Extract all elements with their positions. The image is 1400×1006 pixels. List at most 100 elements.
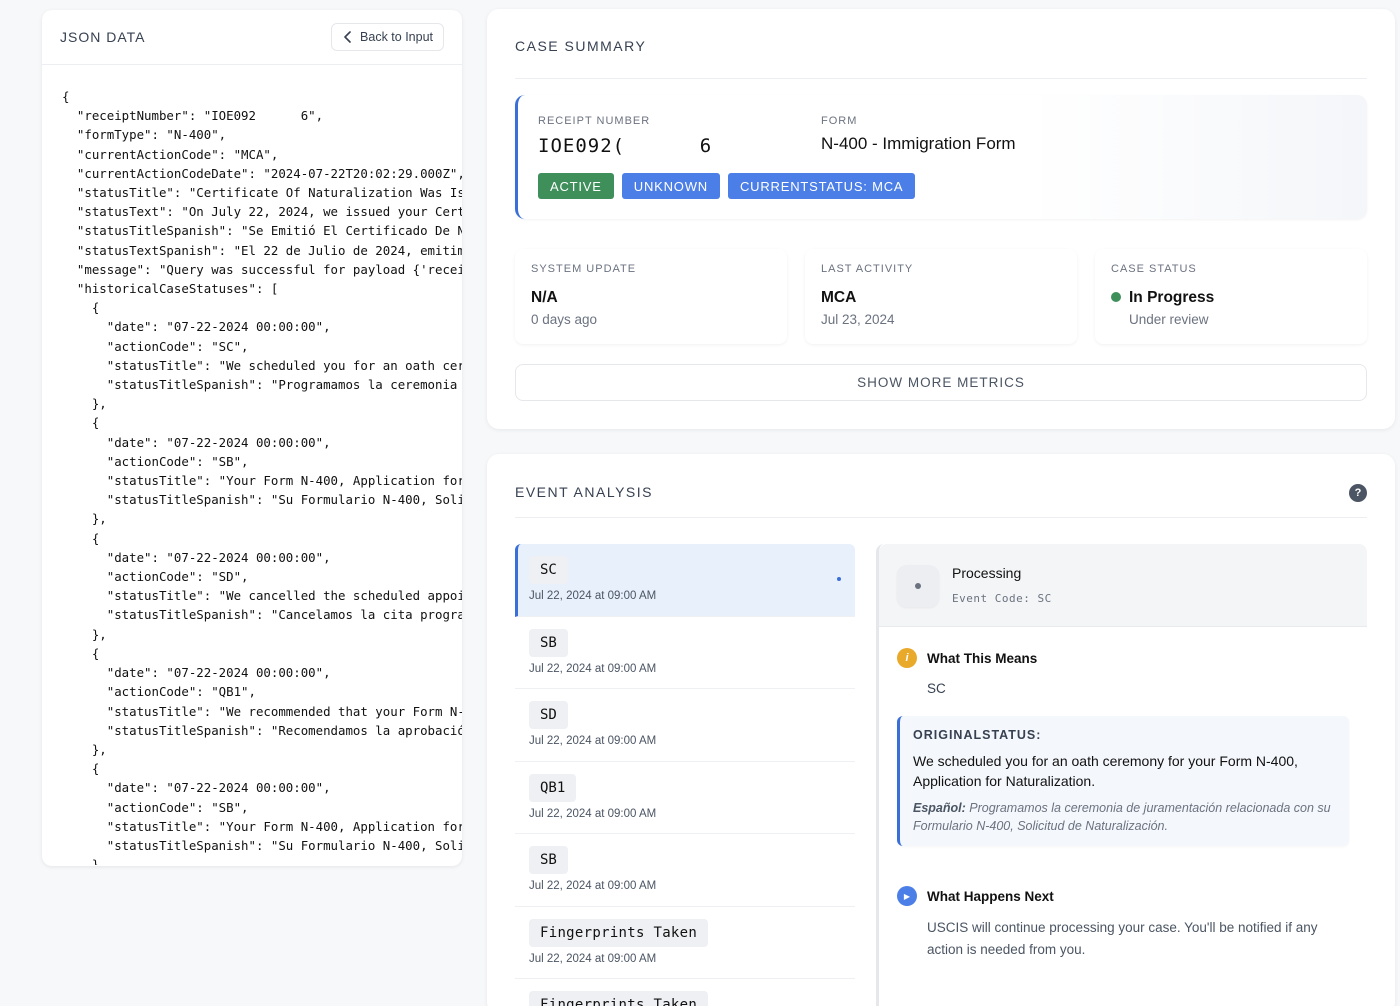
event-code-chip: SD	[529, 701, 568, 729]
event-item[interactable]: Fingerprints Taken	[515, 979, 855, 1006]
what-happens-next-text: USCIS will continue processing your case…	[927, 920, 1318, 957]
json-code-line: "statusTitle": "We scheduled you for an …	[62, 357, 462, 373]
json-code-line: "statusTitleSpanish": "Su Formulario N-4…	[62, 837, 462, 853]
json-code-line: "statusTitleSpanish": "Cancelamos la cit…	[62, 607, 462, 623]
spanish-label: Español:	[913, 801, 966, 815]
original-status-box: ORIGINALSTATUS: We scheduled you for an …	[897, 716, 1349, 846]
event-date: Jul 22, 2024 at 09:00 AM	[529, 590, 657, 602]
json-code-line: "statusTextSpanish": "El 22 de Julio de …	[62, 242, 462, 258]
json-code-line: "statusTitle": "We cancelled the schedul…	[62, 588, 462, 604]
json-code-line: },	[62, 511, 107, 527]
back-to-input-button[interactable]: Back to Input	[331, 23, 444, 51]
event-code-chip: SC	[529, 556, 568, 584]
json-code-line: "date": "07-22-2024 00:00:00",	[62, 319, 331, 335]
json-code-line: {	[62, 415, 100, 431]
event-analysis-divider	[515, 517, 1367, 518]
json-code-line: "statusTitleSpanish": "Programamos la ce…	[62, 377, 462, 393]
json-code-line: "message": "Query was successful for pay…	[62, 261, 462, 277]
json-code-line: "statusText": "On July 22, 2024, we issu…	[62, 204, 462, 220]
what-this-means-value: SC	[927, 681, 946, 696]
event-date: Jul 22, 2024 at 09:00 AM	[529, 880, 657, 892]
status-badges: ACTIVE UNKNOWN CURRENTSTATUS: MCA	[538, 173, 916, 199]
json-code-line: {	[62, 530, 100, 546]
selected-indicator-icon	[837, 577, 841, 581]
json-code-line: "historicalCaseStatuses": [	[62, 281, 279, 297]
json-code-line: "date": "07-22-2024 00:00:00",	[62, 780, 331, 796]
json-code-line: {	[62, 300, 100, 316]
json-code-line: "statusTitle": "We recommended that your…	[62, 703, 462, 719]
metric-case-status: CASE STATUS In Progress Under review	[1095, 249, 1367, 344]
json-panel-title: JSON DATA	[60, 29, 146, 45]
json-code-line: "statusTitleSpanish": "Su Formulario N-4…	[62, 492, 462, 508]
receipt-number-label: RECEIPT NUMBER	[538, 115, 651, 127]
event-detail-code: Event Code: SC	[952, 592, 1052, 605]
json-code-line: "actionCode": "QB1",	[62, 684, 256, 700]
json-code-line: "statusTitleSpanish": "Recomendamos la a…	[62, 722, 462, 738]
json-data-panel: JSON DATA Back to Input { "receiptNumber…	[42, 10, 462, 866]
what-happens-next-heading: ▶ What Happens Next	[897, 886, 1054, 906]
metric-system-update: SYSTEM UPDATE N/A 0 days ago	[515, 249, 787, 344]
event-code-chip: SB	[529, 628, 568, 657]
original-status-text: We scheduled you for an oath ceremony fo…	[913, 753, 1298, 789]
case-summary-card: CASE SUMMARY RECEIPT NUMBER IOE092( 6 FO…	[487, 9, 1395, 429]
json-code-line: },	[62, 626, 107, 642]
event-list[interactable]: SC Jul 22, 2024 at 09:00 AM SB Jul 22, 2…	[515, 544, 855, 1006]
json-code-line: "date": "07-22-2024 00:00:00",	[62, 549, 331, 565]
json-code-line: "currentActionCodeDate": "2024-07-22T20:…	[62, 165, 462, 181]
metric-value: In Progress	[1111, 289, 1214, 307]
case-summary-divider	[515, 78, 1367, 79]
spanish-status-text: Español: Programamos la ceremonia de jur…	[913, 799, 1337, 835]
metric-value: MCA	[821, 289, 857, 306]
help-icon[interactable]: ?	[1349, 484, 1367, 502]
event-detail-header: Processing Event Code: SC	[879, 544, 1367, 627]
event-code-chip: QB1	[529, 773, 577, 802]
show-more-metrics-button[interactable]: SHOW MORE METRICS	[515, 364, 1367, 401]
event-item[interactable]: SB Jul 22, 2024 at 09:00 AM	[515, 617, 855, 689]
json-code-line: "actionCode": "SC",	[62, 338, 249, 354]
json-code-line: "actionCode": "SB",	[62, 453, 249, 469]
event-item[interactable]: Fingerprints Taken Jul 22, 2024 at 09:00…	[515, 907, 855, 979]
status-dot-icon	[1111, 292, 1121, 302]
metric-sub: Jul 23, 2024	[821, 312, 895, 327]
json-code-line: "actionCode": "SD",	[62, 569, 249, 585]
json-code-line: },	[62, 396, 107, 412]
spanish-text: Programamos la ceremonia de juramentació…	[913, 801, 1331, 833]
back-to-input-label: Back to Input	[360, 30, 433, 44]
what-happens-next-label: What Happens Next	[927, 888, 1054, 904]
what-this-means-label: What This Means	[927, 650, 1038, 666]
play-icon: ▶	[897, 886, 917, 906]
json-code-line: "statusTitle": "Certificate Of Naturaliz…	[62, 185, 462, 201]
json-code-view[interactable]: { "receiptNumber": "IOE092 6", "formType…	[42, 65, 462, 865]
event-date: Jul 22, 2024 at 09:00 AM	[529, 952, 657, 965]
event-item[interactable]: SD Jul 22, 2024 at 09:00 AM	[515, 689, 855, 762]
json-code-line: "actionCode": "SB",	[62, 799, 249, 815]
metric-value: N/A	[531, 289, 558, 306]
event-code-chip: SB	[529, 846, 568, 874]
what-this-means-heading: i What This Means	[897, 648, 1037, 668]
event-date: Jul 22, 2024 at 09:00 AM	[529, 662, 657, 675]
receipt-box: RECEIPT NUMBER IOE092( 6 FORM N-400 - Im…	[515, 95, 1367, 219]
event-item[interactable]: SC Jul 22, 2024 at 09:00 AM	[515, 544, 855, 617]
info-icon: i	[897, 648, 917, 668]
event-item[interactable]: SB Jul 22, 2024 at 09:00 AM	[515, 834, 855, 907]
event-item[interactable]: QB1 Jul 22, 2024 at 09:00 AM	[515, 762, 855, 834]
json-code-line: },	[62, 741, 107, 757]
metric-label: SYSTEM UPDATE	[531, 263, 637, 275]
metric-last-activity: LAST ACTIVITY MCA Jul 23, 2024	[805, 249, 1077, 344]
json-code-line: "currentActionCode": "MCA",	[62, 146, 279, 162]
json-code-line: "date": "07-22-2024 00:00:00",	[62, 665, 331, 681]
metric-label: LAST ACTIVITY	[821, 263, 914, 275]
json-code-line: "statusTitleSpanish": "Se Emitió El Cert…	[62, 223, 462, 239]
metric-sub: Under review	[1129, 312, 1209, 327]
event-code-chip: Fingerprints Taken	[529, 991, 709, 1006]
receipt-number-value: IOE092( 6	[538, 135, 713, 157]
chevron-left-icon	[344, 31, 351, 43]
metric-label: CASE STATUS	[1111, 263, 1197, 275]
form-label: FORM	[821, 115, 858, 127]
json-code-line: "receiptNumber": "IOE092 6",	[62, 108, 324, 124]
status-badge-current: CURRENTSTATUS: MCA	[727, 173, 916, 199]
case-status-value: In Progress	[1129, 289, 1215, 306]
event-date: Jul 22, 2024 at 09:00 AM	[529, 735, 657, 747]
json-code-line: "statusTitle": "Your Form N-400, Applica…	[62, 818, 462, 834]
case-summary-title: CASE SUMMARY	[515, 38, 647, 54]
